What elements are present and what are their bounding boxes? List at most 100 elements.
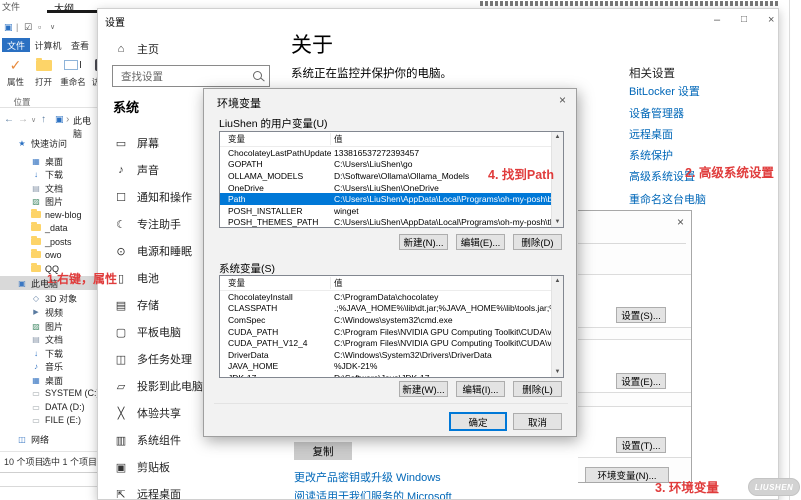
- sidebar-section-system: 系统: [113, 97, 139, 116]
- tree-item-3d-objects[interactable]: ◇3D 对象: [0, 291, 97, 305]
- ribbon-access-button[interactable]: 访问: [90, 54, 97, 94]
- link-ms-services[interactable]: 阅读适用于我们服务的 Microsoft: [294, 488, 452, 500]
- system-edit-button[interactable]: 编辑(I)...: [456, 381, 505, 397]
- startup-settings-button[interactable]: 设置(T)...: [616, 437, 666, 453]
- storage-icon: ▤: [113, 299, 129, 312]
- tab-view[interactable]: 查看: [66, 38, 94, 52]
- tree-item-downloads2[interactable]: ↓下载: [0, 346, 97, 360]
- maximize-icon[interactable]: □: [741, 14, 747, 25]
- search-icon[interactable]: [251, 66, 269, 86]
- system-properties-dialog: × 设置(S)... 设置(E)... 设置(T)... 环境变量(N)...: [578, 210, 692, 483]
- sidebar-item-remote-desktop[interactable]: ⇱远程桌面: [113, 484, 283, 500]
- word-file-menu[interactable]: 文件: [2, 0, 20, 13]
- annotation-step2: 2. 高级系统设置: [685, 162, 774, 181]
- settings-title: 设置: [105, 14, 125, 29]
- link-bitlocker[interactable]: BitLocker 设置: [629, 83, 700, 99]
- tree-item-drive-e[interactable]: ▭FILE (E:): [0, 413, 97, 427]
- env-var-row[interactable]: DriverDataC:\Windows\System32\Drivers\Dr…: [220, 349, 563, 361]
- clipboard-icon: ▣: [113, 461, 129, 474]
- ok-button[interactable]: 确定: [450, 413, 506, 430]
- performance-settings-button[interactable]: 设置(S)...: [616, 307, 666, 323]
- env-var-row[interactable]: OneDriveC:\Users\LiuShen\OneDrive: [220, 182, 563, 194]
- tree-item-owo[interactable]: owo: [0, 248, 97, 262]
- env-var-row[interactable]: POSH_INSTALLERwinget: [220, 205, 563, 217]
- tree-item-new-blog[interactable]: new-blog▸: [0, 208, 97, 222]
- qat-box-icon[interactable]: ▫: [38, 22, 41, 32]
- tree-quick-access[interactable]: ★ 快速访问: [0, 136, 97, 150]
- tree-item-documents[interactable]: ▤文档▸: [0, 181, 97, 195]
- env-var-row[interactable]: POSH_THEMES_PATHC:\Users\LiuShen\AppData…: [220, 217, 563, 228]
- user-new-button[interactable]: 新建(N)...: [399, 234, 448, 250]
- close-icon[interactable]: ×: [768, 14, 774, 26]
- link-change-product-key[interactable]: 更改产品密钥或升级 Windows: [294, 469, 441, 485]
- scroll-up-icon[interactable]: ▲: [555, 134, 561, 140]
- link-remote-desktop[interactable]: 远程桌面: [629, 126, 673, 142]
- close-icon[interactable]: ×: [677, 215, 684, 229]
- env-var-row[interactable]: ComSpecC:\Windows\system32\cmd.exe: [220, 314, 563, 326]
- env-var-row[interactable]: JAVA_HOME%JDK-21%: [220, 361, 563, 373]
- minimize-icon[interactable]: –: [714, 14, 720, 26]
- ribbon-rename-button[interactable]: I 重命名: [58, 54, 88, 94]
- env-var-row[interactable]: CUDA_PATHC:\Program Files\NVIDIA GPU Com…: [220, 326, 563, 338]
- env-var-row[interactable]: ChocolateyLastPathUpdate1338165372723934…: [220, 147, 563, 159]
- sidebar-item-home[interactable]: ⌂ 主页: [113, 39, 283, 59]
- user-delete-button[interactable]: 删除(D): [513, 234, 562, 250]
- system-vars-table[interactable]: 变量 值 ChocolateyInstallC:\ProgramData\cho…: [219, 275, 564, 378]
- tree-item-music[interactable]: ♪音乐: [0, 359, 97, 373]
- tree-item-documents2[interactable]: ▤文档: [0, 332, 97, 346]
- multitasking-icon: ◫: [113, 353, 129, 366]
- cancel-button[interactable]: 取消: [513, 413, 562, 430]
- scroll-down-icon[interactable]: ▼: [555, 219, 561, 225]
- ribbon-properties-label: 属性: [7, 76, 24, 88]
- system-components-icon: ▥: [113, 434, 129, 447]
- qat-pc-icon[interactable]: ▣: [4, 22, 13, 33]
- sidebar-item-clipboard[interactable]: ▣剪贴板: [113, 457, 283, 477]
- tree-network[interactable]: ◫网络: [0, 432, 97, 446]
- env-var-row[interactable]: ChocolateyInstallC:\ProgramData\chocolat…: [220, 291, 563, 303]
- env-var-row[interactable]: CLASSPATH.;%JAVA_HOME%\lib\dt.jar;%JAVA_…: [220, 303, 563, 315]
- env-var-row-path-selected[interactable]: PathC:\Users\LiuShen\AppData\Local\Progr…: [220, 193, 563, 205]
- tablet-icon: ▢: [113, 326, 129, 339]
- tree-item-drive-d[interactable]: ▭DATA (D:): [0, 400, 97, 414]
- link-rename-pc[interactable]: 重命名这台电脑: [629, 191, 706, 207]
- scroll-down-icon[interactable]: ▼: [555, 369, 561, 375]
- nav-recent-icon[interactable]: ∨: [31, 116, 36, 124]
- tab-file[interactable]: 文件: [2, 38, 30, 52]
- system-delete-button[interactable]: 删除(L): [513, 381, 562, 397]
- scrollbar[interactable]: ▲ ▼: [551, 276, 563, 377]
- tree-item-downloads[interactable]: ↓下载▸: [0, 167, 97, 181]
- search-input[interactable]: 查找设置: [112, 65, 270, 87]
- tree-item-posts[interactable]: _posts: [0, 235, 97, 249]
- close-icon[interactable]: ×: [559, 93, 566, 107]
- env-var-row[interactable]: JDK-17D:\Software\Java\JDK-17: [220, 372, 563, 378]
- cropped-text-strip: [480, 1, 780, 6]
- link-device-manager[interactable]: 设备管理器: [629, 105, 684, 121]
- user-edit-button[interactable]: 编辑(E)...: [456, 234, 505, 250]
- user-profiles-settings-button[interactable]: 设置(E)...: [616, 373, 666, 389]
- tree-item-pictures2[interactable]: ▨图片: [0, 319, 97, 333]
- tree-item-pictures[interactable]: ▨图片▸: [0, 194, 97, 208]
- nav-back-icon[interactable]: ←: [4, 114, 14, 125]
- qat-dropdown-icon[interactable]: ∨: [50, 23, 55, 31]
- copy-button[interactable]: 复制: [294, 442, 352, 460]
- tree-item-desktop[interactable]: ▦桌面▸: [0, 154, 97, 168]
- tab-computer[interactable]: 计算机: [32, 38, 64, 52]
- tree-item-drive-c[interactable]: ▭SYSTEM (C:): [0, 386, 97, 400]
- link-system-protection[interactable]: 系统保护: [629, 147, 673, 163]
- liushen-watermark: LIUSHEN: [748, 478, 800, 496]
- nav-forward-icon[interactable]: →: [18, 114, 28, 125]
- star-icon: ★: [16, 139, 28, 148]
- nav-up-icon[interactable]: ↑: [41, 114, 46, 125]
- scroll-up-icon[interactable]: ▲: [555, 278, 561, 284]
- tree-item-desktop2[interactable]: ▦桌面: [0, 373, 97, 387]
- tree-item-data[interactable]: _data: [0, 221, 97, 235]
- ribbon-open-button[interactable]: 打开: [30, 54, 57, 94]
- rename-icon: I: [64, 54, 82, 76]
- tree-item-videos[interactable]: ▶视频: [0, 305, 97, 319]
- system-new-button[interactable]: 新建(W)...: [399, 381, 448, 397]
- ribbon-properties-button[interactable]: ✓ 属性: [2, 54, 29, 94]
- word-outline-underline: [47, 10, 97, 13]
- env-var-row[interactable]: CUDA_PATH_V12_4C:\Program Files\NVIDIA G…: [220, 337, 563, 349]
- qat-check-icon[interactable]: ☑: [24, 22, 32, 33]
- bottom-window-edge: [0, 486, 97, 487]
